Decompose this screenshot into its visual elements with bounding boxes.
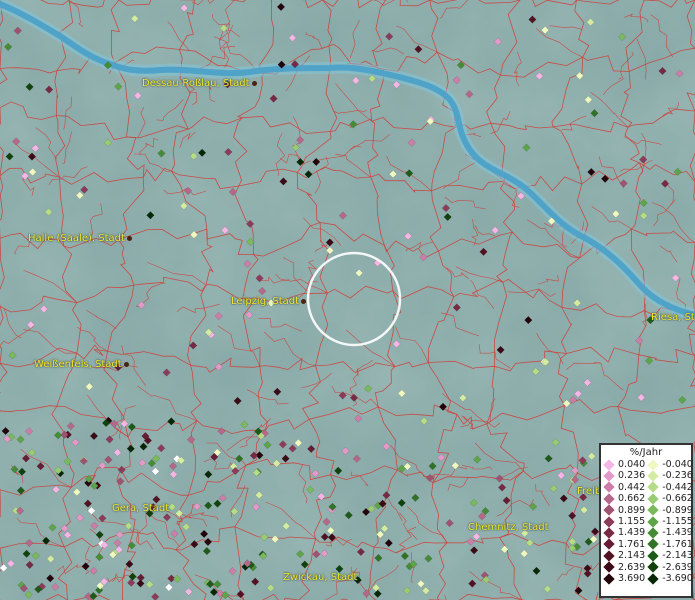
legend-row: 1.155 -1.155 <box>601 515 693 528</box>
legend-swatch <box>647 561 659 573</box>
legend-label: 1.439 <box>618 527 646 539</box>
legend-entry-negative: -1.155 <box>645 515 693 528</box>
city-marker <box>126 235 132 241</box>
legend-swatch <box>603 572 615 585</box>
legend-entry-negative: -1.439 <box>645 527 693 539</box>
city-label-gera: Gera, Stadt <box>112 503 170 514</box>
legend-label: -0.236 <box>662 470 693 482</box>
legend-entry-positive: 0.236 <box>601 470 646 482</box>
legend-swatch <box>647 470 659 482</box>
legend-swatch <box>603 538 615 551</box>
legend-row: 2.143 -2.143 <box>601 550 693 562</box>
legend-entry-positive: 2.143 <box>601 550 646 562</box>
legend: %/Jahr 0.040 -0.040 0.236 -0.236 0.442 -0.442… <box>599 443 693 598</box>
legend-swatch <box>647 572 659 585</box>
city-label-riesa: Riesa, St <box>651 312 695 323</box>
legend-row: 0.662 -0.662 <box>601 493 693 505</box>
legend-swatch <box>603 459 615 471</box>
legend-label: -3.690 <box>662 572 693 584</box>
legend-swatch <box>603 481 615 494</box>
city-marker <box>251 80 257 86</box>
legend-label: -0.662 <box>662 493 693 505</box>
legend-entry-positive: 0.442 <box>601 481 646 494</box>
legend-entry-positive: 1.761 <box>601 538 646 551</box>
city-marker <box>123 361 129 367</box>
legend-swatch <box>603 515 615 528</box>
legend-row: 2.639 -2.639 <box>601 561 693 573</box>
legend-entry-positive: 2.639 <box>601 562 645 573</box>
city-label-zwickau: Zwickau, Stadt <box>283 572 358 583</box>
legend-swatch <box>647 550 659 562</box>
city-label-weissenfels: Weißenfels, Stadt <box>34 359 129 370</box>
legend-label: 2.639 <box>618 561 646 573</box>
city-label-chemnitz: Chemnitz, Stadt <box>468 522 549 533</box>
city-label-dessau: Dessau-Roßlau, Stadt <box>142 78 257 89</box>
legend-entry-positive: 0.040 <box>601 459 646 471</box>
legend-swatch <box>603 561 615 573</box>
legend-swatch <box>647 481 659 494</box>
legend-row: 0.040 -0.040 <box>601 459 693 471</box>
legend-label: 2.143 <box>618 550 646 562</box>
legend-label: -2.639 <box>662 561 693 573</box>
legend-label: 3.690 <box>618 572 646 584</box>
legend-swatch <box>647 504 659 516</box>
map-view[interactable]: Dessau-Roßlau, Stadt Halle (Saale), Stad… <box>0 0 695 600</box>
terrain-relief <box>0 0 695 600</box>
legend-entry-negative: -0.899 <box>645 504 693 516</box>
legend-rows: 0.040 -0.040 0.236 -0.236 0.442 -0.442 0.662 -0… <box>601 459 693 585</box>
map-canvas[interactable] <box>0 0 695 600</box>
legend-swatch <box>603 493 615 505</box>
legend-label: -1.761 <box>662 538 693 550</box>
legend-swatch <box>647 538 659 551</box>
legend-swatch <box>603 550 615 562</box>
legend-entry-negative: -0.662 <box>645 493 693 505</box>
legend-entry-negative: -0.236 <box>645 470 693 482</box>
legend-row: 0.236 -0.236 <box>601 470 693 482</box>
legend-row: 0.899 -0.899 <box>601 504 693 516</box>
legend-label: 1.761 <box>618 538 646 550</box>
legend-entry-positive: 1.439 <box>601 527 646 539</box>
legend-label: -2.143 <box>662 550 693 562</box>
legend-swatch <box>603 470 615 482</box>
legend-swatch <box>603 504 615 516</box>
city-label-halle: Halle (Saale), Stadt <box>28 233 132 244</box>
legend-swatch <box>647 493 659 505</box>
legend-label: 0.236 <box>618 470 646 482</box>
legend-label: -0.899 <box>662 504 693 516</box>
legend-label: -1.439 <box>662 527 693 539</box>
legend-swatch <box>647 527 659 539</box>
legend-label: -1.155 <box>662 515 693 527</box>
legend-title: %/Jahr <box>629 447 663 458</box>
legend-label: -0.040 <box>662 459 693 470</box>
legend-label: 0.040 <box>618 459 646 470</box>
legend-entry-positive: 0.662 <box>601 493 646 505</box>
legend-swatch <box>647 515 659 528</box>
legend-label: 0.899 <box>618 504 646 516</box>
legend-label: -0.442 <box>662 481 693 493</box>
legend-swatch <box>647 459 659 471</box>
legend-entry-negative: -3.690 <box>645 572 693 585</box>
city-marker <box>301 298 307 304</box>
legend-entry-positive: 3.690 <box>601 572 646 585</box>
city-label-leipzig: Leipzig, Stadt <box>231 296 307 307</box>
city-label-freiberg: Freib <box>577 486 602 497</box>
legend-entry-positive: 1.155 <box>601 515 646 528</box>
legend-entry-positive: 0.899 <box>601 505 645 516</box>
legend-entry-negative: -2.143 <box>645 550 693 562</box>
legend-entry-negative: -1.761 <box>645 538 693 551</box>
legend-entry-negative: -2.639 <box>645 561 693 573</box>
legend-row: 1.439 -1.439 <box>601 527 693 539</box>
legend-row: 1.761 -1.761 <box>601 538 693 551</box>
legend-entry-negative: -0.040 <box>645 459 693 471</box>
legend-label: 1.155 <box>618 515 646 527</box>
legend-label: 0.442 <box>618 481 646 493</box>
legend-row: 3.690 -3.690 <box>601 572 693 585</box>
legend-label: 0.662 <box>618 493 646 505</box>
legend-swatch <box>603 527 615 539</box>
legend-entry-negative: -0.442 <box>645 481 693 494</box>
legend-row: 0.442 -0.442 <box>601 481 693 494</box>
